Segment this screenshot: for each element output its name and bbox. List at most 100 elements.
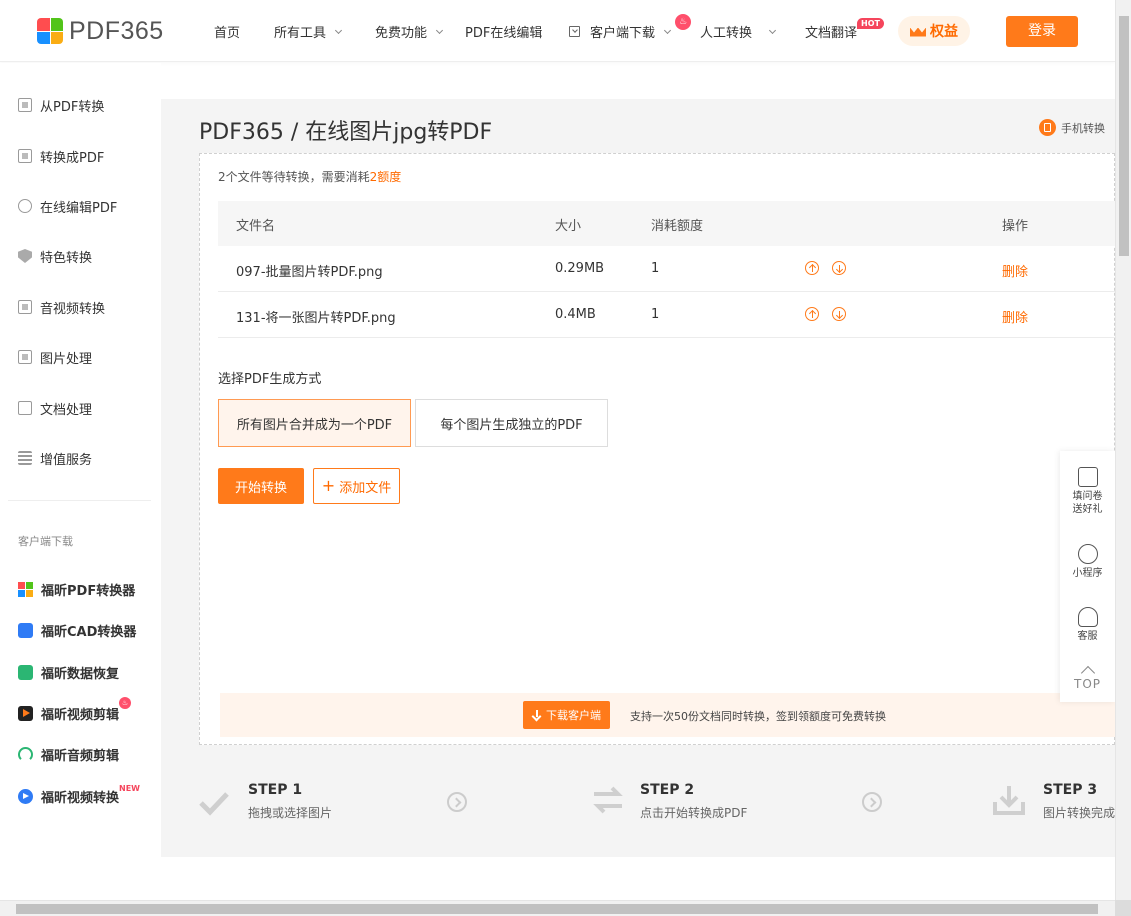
survey-label: 填问卷送好礼	[1072, 491, 1103, 515]
mode-option-separate[interactable]: 每个图片生成独立的PDF	[415, 399, 608, 447]
headset-icon	[1077, 607, 1098, 627]
delete-link[interactable]: 删除	[1002, 307, 1028, 326]
sidebar: 从PDF转换 转换成PDF 在线编辑PDF 特色转换 音视频转换 图片处理 文档…	[0, 63, 161, 916]
sidebar-item-label: 增值服务	[40, 452, 93, 468]
file-table-header: 文件名 大小 消耗额度 操作	[218, 201, 1115, 246]
move-down-icon[interactable]	[832, 261, 846, 275]
sidebar-item-image[interactable]: 图片处理	[18, 347, 92, 367]
sidebar-item-edit-pdf[interactable]: 在线编辑PDF	[18, 196, 117, 216]
horizontal-scrollbar[interactable]	[0, 900, 1115, 916]
document-icon	[18, 401, 32, 415]
step-title: STEP 3	[1043, 782, 1098, 798]
rights-button[interactable]: 权益	[898, 16, 970, 46]
login-button[interactable]: 登录	[1006, 16, 1078, 47]
sidebar-item-value-added[interactable]: 增值服务	[18, 448, 92, 468]
horizontal-scroll-thumb[interactable]	[16, 904, 1098, 914]
step-arrow-icon	[862, 792, 882, 812]
customer-service-button[interactable]: 客服	[1060, 607, 1115, 643]
sidebar-item-media[interactable]: 音视频转换	[18, 297, 105, 317]
nav-free-label: 免费功能	[375, 26, 428, 41]
miniprogram-icon	[1077, 544, 1098, 564]
start-convert-button[interactable]: 开始转换	[218, 468, 304, 504]
sidebar-section-title: 客户端下载	[18, 535, 73, 548]
mobile-phone-icon	[1039, 119, 1056, 136]
move-down-icon[interactable]	[832, 307, 846, 321]
nav-all-tools[interactable]: 所有工具	[274, 22, 343, 41]
column-header-name: 文件名	[236, 219, 276, 234]
sidebar-item-label: 特色转换	[40, 250, 93, 266]
new-badge: NEW	[119, 784, 140, 793]
mode-option-merge[interactable]: 所有图片合并成为一个PDF	[218, 399, 411, 447]
app-label: 福昕视频转换	[41, 790, 120, 806]
nav-home[interactable]: 首页	[214, 22, 240, 41]
plus-icon: +	[321, 476, 336, 495]
top-header: PDF365 首页 所有工具 免费功能 PDF在线编辑 客户端下载 ♨ 人工转换…	[0, 0, 1115, 62]
sidebar-item-to-pdf[interactable]: 转换成PDF	[18, 146, 104, 166]
sidebar-item-from-pdf[interactable]: 从PDF转换	[18, 95, 104, 115]
table-row: 097-批量图片转PDF.png 0.29MB 1 删除	[218, 246, 1115, 292]
page: PDF365 首页 所有工具 免费功能 PDF在线编辑 客户端下载 ♨ 人工转换…	[0, 0, 1131, 916]
nav-all-tools-label: 所有工具	[274, 26, 327, 41]
app-cad-converter[interactable]: 福昕CAD转换器	[18, 620, 136, 640]
column-header-action: 操作	[1002, 219, 1029, 234]
video-convert-app-icon	[18, 788, 33, 804]
step-arrow-icon	[447, 792, 467, 812]
column-header-quota: 消耗额度	[651, 219, 704, 234]
delete-link[interactable]: 删除	[1002, 261, 1028, 280]
app-label: 福昕音频剪辑	[41, 748, 120, 764]
checkmark-icon	[199, 792, 229, 816]
move-up-icon[interactable]	[805, 261, 819, 275]
nav-manual[interactable]: 人工转换	[700, 22, 777, 41]
app-audio-edit[interactable]: 福昕音频剪辑	[18, 744, 119, 764]
table-row: 131-将一张图片转PDF.png 0.4MB 1 删除	[218, 292, 1115, 338]
add-file-button[interactable]: + 添加文件	[313, 468, 400, 504]
nav-client-download-label: 客户端下载	[590, 26, 656, 41]
file-name: 131-将一张图片转PDF.png	[236, 311, 396, 326]
nav-online-edit[interactable]: PDF在线编辑	[465, 22, 542, 41]
nav-manual-label: 人工转换	[700, 26, 753, 41]
list-icon	[18, 451, 32, 465]
sidebar-item-label: 图片处理	[40, 351, 93, 367]
sidebar-item-document[interactable]: 文档处理	[18, 398, 92, 418]
vertical-scroll-thumb[interactable]	[1119, 16, 1129, 256]
scrollbar-corner	[1115, 900, 1131, 916]
file-summary: 2个文件等待转换，需要消耗2额度	[218, 168, 401, 185]
file-quota: 1	[651, 261, 660, 276]
app-label: 福昕PDF转换器	[41, 583, 136, 599]
sidebar-divider	[8, 500, 151, 501]
video-edit-app-icon	[18, 705, 33, 721]
nav-translate[interactable]: 文档翻译	[805, 22, 857, 41]
nav-free[interactable]: 免费功能	[375, 22, 444, 41]
app-label: 福昕CAD转换器	[41, 624, 137, 640]
download-icon	[569, 26, 580, 37]
app-label: 福昕视频剪辑	[41, 707, 120, 723]
pdf-convert-icon	[18, 98, 32, 112]
vertical-scrollbar[interactable]	[1115, 0, 1131, 900]
recovery-app-icon	[18, 664, 33, 680]
download-client-button[interactable]: 下载客户端	[523, 701, 610, 729]
app-video-convert[interactable]: 福昕视频转换	[18, 786, 119, 806]
survey-button[interactable]: 填问卷送好礼	[1060, 467, 1115, 516]
mobile-convert-link[interactable]: 手机转换	[1039, 119, 1105, 136]
media-icon	[18, 300, 32, 314]
sidebar-item-special[interactable]: 特色转换	[18, 246, 92, 266]
miniprogram-button[interactable]: 小程序	[1060, 544, 1115, 580]
shield-icon	[18, 249, 32, 263]
app-pdf-converter[interactable]: 福昕PDF转换器	[18, 579, 135, 599]
fire-badge-icon: ♨	[119, 697, 131, 709]
logo[interactable]: PDF365	[37, 17, 164, 45]
logo-text: PDF365	[69, 16, 164, 45]
chevron-down-icon	[435, 26, 444, 34]
app-label: 福昕数据恢复	[41, 666, 120, 682]
step-title: STEP 1	[248, 782, 303, 798]
app-data-recovery[interactable]: 福昕数据恢复	[18, 662, 119, 682]
file-name: 097-批量图片转PDF.png	[236, 265, 383, 280]
move-up-icon[interactable]	[805, 307, 819, 321]
chevron-down-icon	[768, 26, 777, 34]
convert-arrows-icon	[593, 786, 623, 814]
floating-toolbar: 填问卷送好礼 小程序 客服 TOP	[1060, 451, 1115, 702]
nav-client-download[interactable]: 客户端下载	[569, 22, 672, 41]
sidebar-item-label: 在线编辑PDF	[40, 200, 118, 216]
back-to-top-button[interactable]: TOP	[1060, 664, 1115, 691]
app-video-edit[interactable]: 福昕视频剪辑	[18, 703, 119, 723]
